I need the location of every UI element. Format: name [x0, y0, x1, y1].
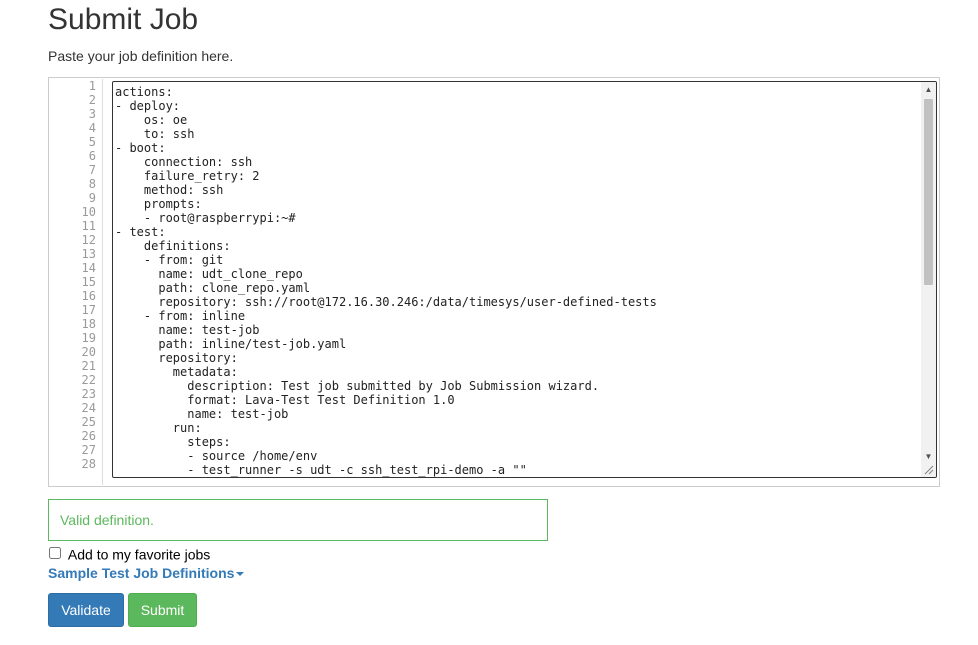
- line-number: 23: [81, 387, 96, 401]
- line-number: 18: [81, 317, 96, 331]
- line-number: 22: [81, 373, 96, 387]
- code-line: os: oe: [115, 113, 188, 127]
- line-number-gutter: 1 2 3 4 5 6 7 8 9 10 11 12 13 14 15 16 17 18 19 20 21 22 23 24 2…: [50, 79, 103, 485]
- code-line: definitions:: [115, 239, 231, 253]
- code-line: timeout:: [115, 477, 920, 478]
- caret-down-icon: [236, 572, 245, 577]
- code-line: failure_retry: 2: [115, 169, 260, 183]
- vertical-scrollbar[interactable]: ▲ ▼: [921, 82, 936, 464]
- line-number: 6: [88, 149, 96, 163]
- code-line: to: ssh: [115, 127, 195, 141]
- line-number: 2: [88, 93, 96, 107]
- code-line: - deploy:: [115, 99, 181, 113]
- code-line: - boot:: [115, 141, 166, 155]
- line-number: 11: [81, 219, 96, 233]
- line-number: 24: [81, 401, 96, 415]
- job-definition-editor: 1 2 3 4 5 6 7 8 9 10 11 12 13 14 15 16 17 18 19 20 21 22 23 24 2…: [48, 77, 940, 487]
- code-line: name: udt_clone_repo: [115, 267, 303, 281]
- line-number: 4: [88, 121, 96, 135]
- line-number: 25: [81, 415, 96, 429]
- code-line: method: ssh: [115, 183, 224, 197]
- code-line: path: inline/test-job.yaml: [115, 337, 347, 351]
- code-line: repository: ssh://root@172.16.30.246:/da…: [115, 295, 657, 309]
- submit-button[interactable]: Submit: [128, 593, 197, 627]
- code-content: actions: - deploy: os: oe to: ssh - boot: …: [115, 85, 920, 478]
- scrollbar-thumb[interactable]: [924, 99, 933, 285]
- code-line: repository:: [115, 351, 238, 365]
- code-line: - test_runner -s udt -c ssh_test_rpi-dem…: [115, 463, 527, 477]
- validation-status: Valid definition.: [48, 499, 548, 541]
- favorite-checkbox[interactable]: [49, 547, 61, 559]
- line-number: 14: [81, 261, 96, 275]
- line-number: 21: [81, 359, 96, 373]
- line-number: 8: [88, 177, 96, 191]
- line-number: 1: [88, 79, 96, 93]
- favorite-row: Add to my favorite jobs: [48, 545, 210, 562]
- code-line: metadata:: [115, 365, 238, 379]
- code-line: name: test-job: [115, 407, 289, 421]
- scroll-up-arrow-icon[interactable]: ▲: [921, 82, 936, 97]
- page-intro: Paste your job definition here.: [48, 48, 234, 64]
- code-line: - from: inline: [115, 309, 246, 323]
- line-number: 17: [81, 303, 96, 317]
- line-number: 9: [88, 191, 96, 205]
- favorite-label[interactable]: Add to my favorite jobs: [68, 546, 210, 562]
- code-line: actions:: [115, 85, 173, 99]
- page-title: Submit Job: [48, 3, 199, 36]
- line-number: 5: [88, 135, 96, 149]
- line-number: 7: [88, 163, 96, 177]
- line-number: 27: [81, 443, 96, 457]
- code-line: description: Test job submitted by Job S…: [115, 379, 600, 393]
- code-line: steps:: [115, 435, 231, 449]
- line-number: 26: [81, 429, 96, 443]
- code-line: connection: ssh: [115, 155, 253, 169]
- line-number: 13: [81, 247, 96, 261]
- code-line: format: Lava-Test Test Definition 1.0: [115, 393, 455, 407]
- validate-button[interactable]: Validate: [48, 593, 124, 627]
- line-number: 19: [81, 331, 96, 345]
- code-line: - test:: [115, 225, 166, 239]
- code-line: path: clone_repo.yaml: [115, 281, 311, 295]
- sample-definitions-label: Sample Test Job Definitions: [48, 565, 235, 581]
- line-number: 28: [81, 457, 96, 471]
- line-number: 20: [81, 345, 96, 359]
- line-number: 3: [88, 107, 96, 121]
- line-number: 16: [81, 289, 96, 303]
- line-number: 10: [81, 205, 96, 219]
- line-number: 15: [81, 275, 96, 289]
- line-number: 12: [81, 233, 96, 247]
- code-line: - source /home/env: [115, 449, 318, 463]
- code-line: - root@raspberrypi:~#: [115, 211, 296, 225]
- code-line: name: test-job: [115, 323, 260, 337]
- code-line: run:: [115, 421, 202, 435]
- sample-definitions-dropdown[interactable]: Sample Test Job Definitions: [48, 565, 245, 581]
- code-line: - from: git: [115, 253, 224, 267]
- resize-handle-icon[interactable]: [921, 462, 936, 477]
- code-line: prompts:: [115, 197, 202, 211]
- job-definition-textarea[interactable]: actions: - deploy: os: oe to: ssh - boot: …: [112, 81, 937, 478]
